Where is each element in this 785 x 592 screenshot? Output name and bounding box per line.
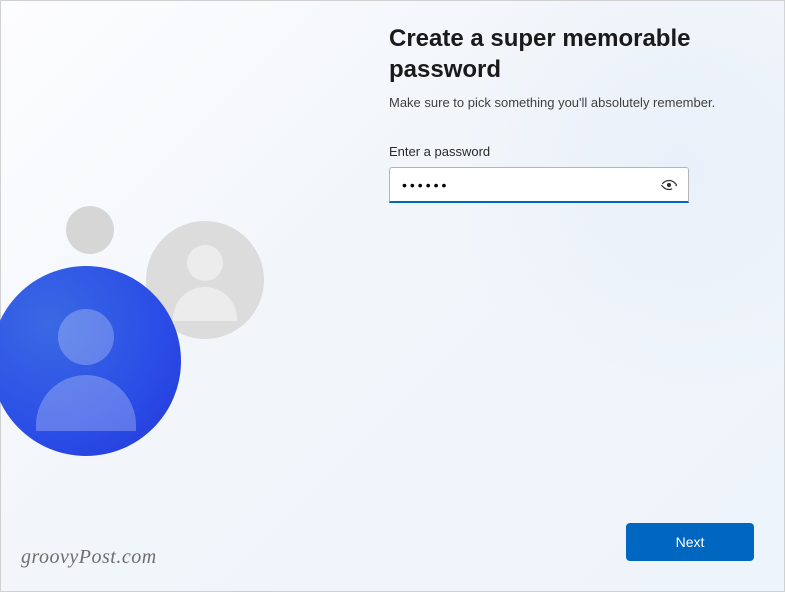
avatar-primary [0, 266, 181, 456]
password-input-wrapper[interactable] [389, 167, 689, 203]
page-title: Create a super memorable password [389, 23, 749, 85]
eye-reveal-icon[interactable] [660, 176, 678, 194]
password-label: Enter a password [389, 144, 749, 159]
person-icon-body [36, 375, 136, 431]
account-illustration [1, 166, 321, 466]
person-icon-body [173, 287, 237, 321]
next-button[interactable]: Next [626, 523, 754, 561]
person-icon-head [58, 309, 114, 365]
decorative-circle-small [66, 206, 114, 254]
watermark-text: groovyPost.com [21, 546, 157, 569]
password-input[interactable] [402, 168, 652, 201]
page-subtitle: Make sure to pick something you'll absol… [389, 95, 749, 110]
person-icon-head [187, 245, 223, 281]
form-panel: Create a super memorable password Make s… [389, 23, 749, 203]
